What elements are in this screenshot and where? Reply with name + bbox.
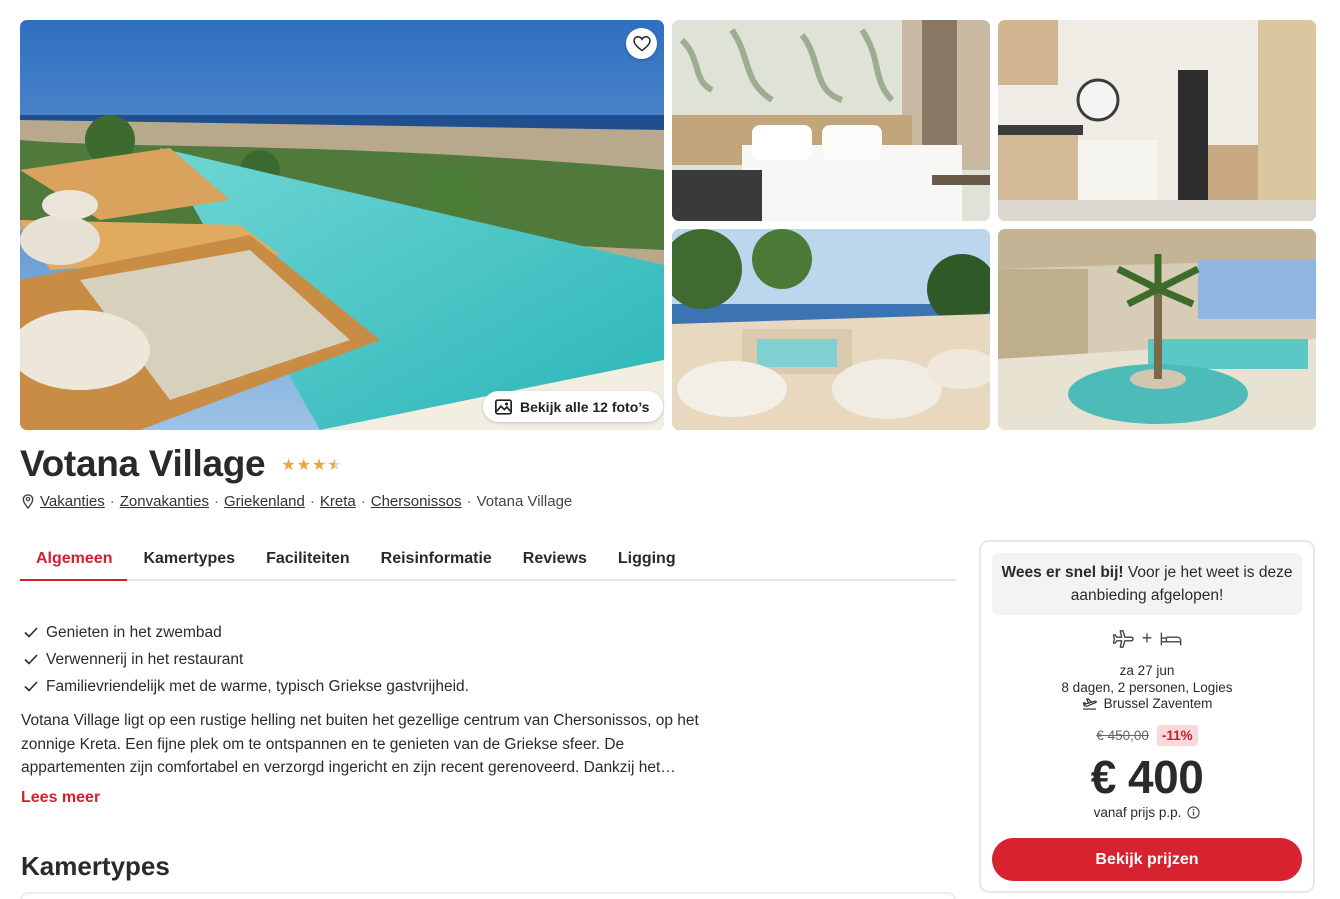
usp-item: Familievriendelijk met de warme, typisch…: [24, 673, 469, 700]
breadcrumb-separator: ·: [466, 493, 472, 510]
urgency-banner: Wees er snel bij! Voor je het weet is de…: [992, 553, 1302, 615]
view-prices-button[interactable]: Bekijk prijzen: [992, 838, 1302, 881]
plane-departure-icon: [1082, 698, 1097, 710]
urgency-bold-text: Wees er snel bij!: [1001, 564, 1124, 581]
star-rating: ★ ★ ★ ★: [281, 458, 341, 474]
star-icon: ★: [296, 457, 311, 474]
favorite-heart-button[interactable]: [626, 28, 657, 59]
photo-bedroom[interactable]: [672, 20, 990, 221]
tab-faciliteiten[interactable]: Faciliteiten: [250, 540, 365, 581]
section-title-kamertypes: Kamertypes: [21, 851, 170, 881]
old-price-row: € 450,00 -11%: [981, 725, 1313, 746]
half-star-icon: ★: [327, 457, 342, 474]
tab-algemeen[interactable]: Algemeen: [20, 540, 128, 581]
usp-text: Familievriendelijk met de warme, typisch…: [46, 677, 469, 695]
checkmark-icon: [24, 654, 38, 665]
hotel-description: Votana Village ligt op een rustige helli…: [21, 712, 699, 776]
photo-terrace-jacuzzi[interactable]: [672, 229, 990, 430]
breadcrumb-zonvakanties[interactable]: Zonvakanties: [120, 493, 209, 510]
photo-courtyard-pool[interactable]: [998, 229, 1316, 430]
old-price: € 450,00: [1096, 728, 1149, 743]
heart-icon: [632, 35, 651, 51]
photo-kitchen[interactable]: [998, 20, 1316, 221]
breadcrumb-vakanties[interactable]: Vakanties: [40, 493, 105, 510]
usp-list: Genieten in het zwembad Verwennerij in h…: [24, 619, 469, 700]
trip-type-icons: +: [981, 628, 1313, 649]
breadcrumb: Vakanties · Zonvakanties · Griekenland · Kr…: [22, 493, 572, 510]
view-all-photos-label: Bekijk alle 12 foto’s: [520, 398, 650, 415]
star-icon: ★: [281, 457, 296, 474]
usp-text: Genieten in het zwembad: [46, 623, 222, 641]
checkmark-icon: [24, 627, 38, 638]
flight-icon: [1112, 629, 1134, 648]
bed-icon: [1160, 632, 1182, 645]
info-icon[interactable]: [1187, 806, 1201, 819]
tab-reviews[interactable]: Reviews: [507, 540, 602, 581]
usp-item: Genieten in het zwembad: [24, 619, 469, 646]
read-more-link[interactable]: Lees meer: [21, 789, 100, 807]
breadcrumb-separator: ·: [213, 493, 219, 510]
breadcrumb-griekenland[interactable]: Griekenland: [224, 493, 305, 510]
departure-airport: Brussel Zaventem: [981, 696, 1313, 711]
tab-reisinformatie[interactable]: Reisinformatie: [365, 540, 507, 581]
airport-name: Brussel Zaventem: [1103, 696, 1213, 711]
view-all-photos-button[interactable]: Bekijk alle 12 foto’s: [483, 391, 664, 422]
checkmark-icon: [24, 681, 38, 692]
main-photo-pool[interactable]: [20, 20, 664, 430]
breadcrumb-current: Votana Village: [476, 493, 573, 510]
room-types-card: [20, 892, 956, 899]
star-icon: ★: [312, 457, 327, 474]
usp-item: Verwennerij in het restaurant: [24, 646, 469, 673]
price-note: vanaf prijs p.p.: [981, 805, 1313, 820]
price: € 400: [1090, 751, 1204, 803]
plus-sign: +: [1141, 628, 1153, 648]
section-tabs: Algemeen Kamertypes Faciliteiten Reisinf…: [20, 540, 956, 581]
tab-ligging[interactable]: Ligging: [602, 540, 691, 581]
breadcrumb-separator: ·: [309, 493, 315, 510]
page-title: Votana Village: [20, 443, 266, 484]
trip-details: 8 dagen, 2 personen, Logies: [1061, 680, 1233, 695]
title-row: Votana Village ★ ★ ★ ★: [20, 443, 342, 485]
usp-text: Verwennerij in het restaurant: [46, 650, 244, 668]
location-pin-icon: [22, 494, 34, 509]
image-icon: [495, 398, 512, 415]
discount-badge: -11%: [1156, 725, 1198, 746]
breadcrumb-separator: ·: [109, 493, 115, 510]
breadcrumb-chersonissos[interactable]: Chersonissos: [371, 493, 462, 510]
breadcrumb-separator: ·: [360, 493, 366, 510]
booking-card: Wees er snel bij! Voor je het weet is de…: [979, 540, 1315, 893]
breadcrumb-kreta[interactable]: Kreta: [320, 493, 356, 510]
price-note-text: vanaf prijs p.p.: [1093, 805, 1182, 820]
departure-date: za 27 jun: [1119, 663, 1175, 678]
photo-gallery: Bekijk alle 12 foto’s: [20, 20, 1316, 430]
tab-kamertypes[interactable]: Kamertypes: [127, 540, 250, 581]
